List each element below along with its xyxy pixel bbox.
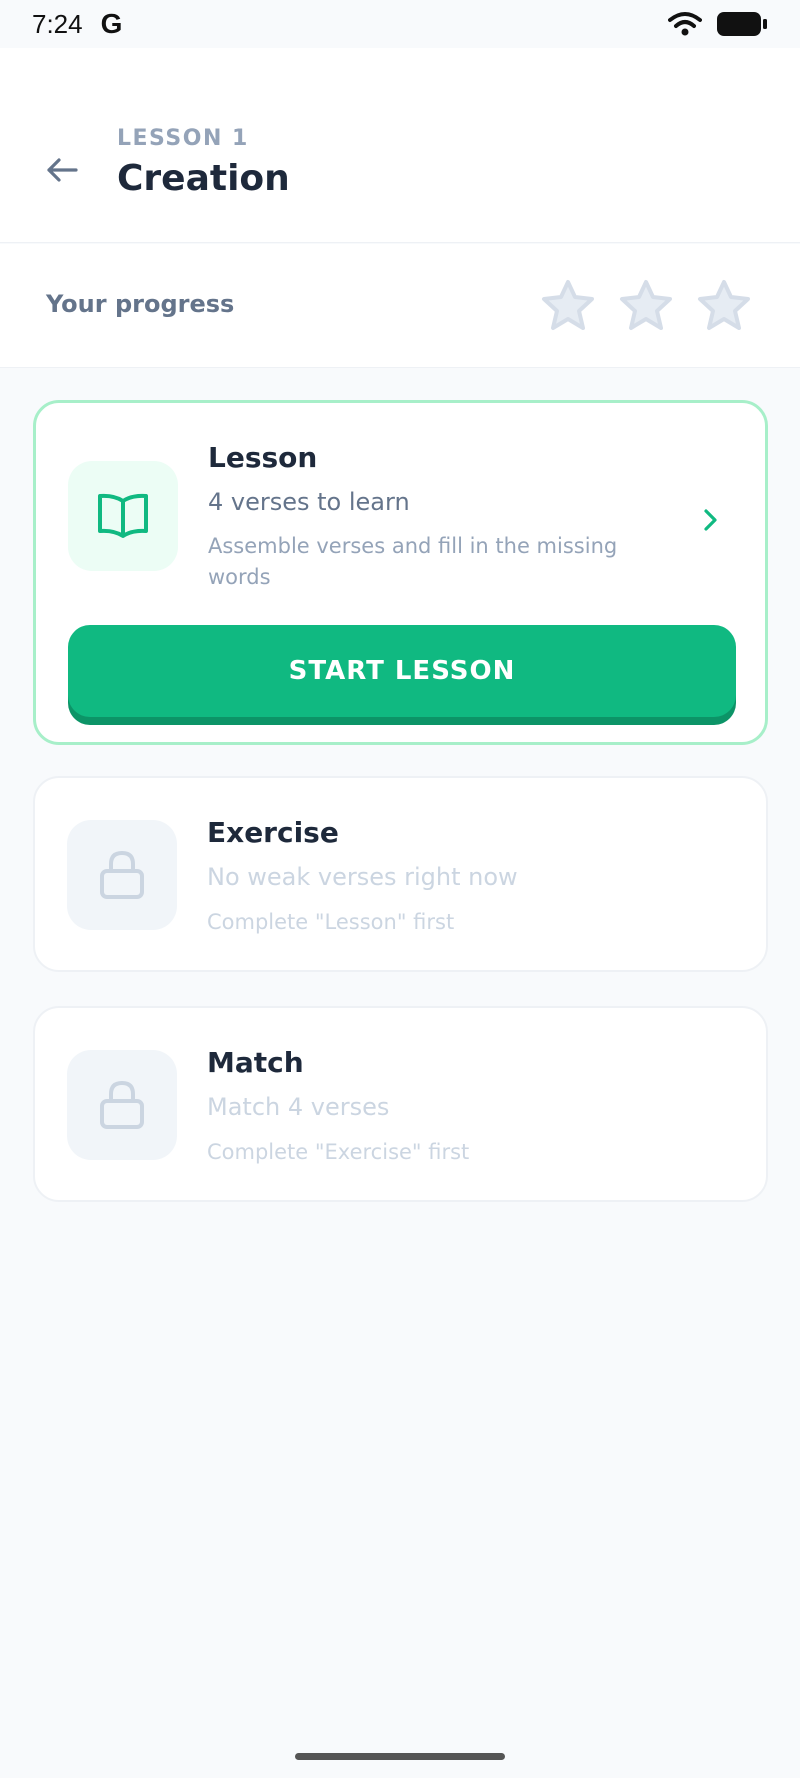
progress-stars xyxy=(538,276,754,336)
back-button[interactable] xyxy=(40,148,84,192)
book-open-icon xyxy=(98,493,148,538)
exercise-title: Exercise xyxy=(207,816,339,849)
chevron-right-icon[interactable] xyxy=(695,505,725,535)
lesson-icon-tile xyxy=(68,461,178,571)
page-title: Creation xyxy=(117,158,290,199)
wifi-icon xyxy=(668,12,702,36)
status-bar: 7:24 G xyxy=(0,0,800,48)
start-lesson-button[interactable]: START LESSON xyxy=(68,625,736,717)
star-icon xyxy=(542,280,594,330)
progress-label: Your progress xyxy=(46,290,235,318)
match-subtitle: Match 4 verses xyxy=(207,1093,390,1121)
header: LESSON 1 Creation xyxy=(0,48,800,243)
exercise-subtitle: No weak verses right now xyxy=(207,863,518,891)
lesson-subtitle: 4 verses to learn xyxy=(208,488,410,516)
status-time: 7:24 xyxy=(32,8,83,39)
status-icons xyxy=(668,11,768,37)
progress-row: Your progress xyxy=(0,244,800,368)
match-icon-tile xyxy=(67,1050,177,1160)
exercise-description: Complete "Lesson" first xyxy=(207,910,455,934)
lesson-title: Lesson xyxy=(208,441,318,474)
exercise-icon-tile xyxy=(67,820,177,930)
lesson-card[interactable]: Lesson 4 verses to learn Assemble verses… xyxy=(33,400,768,745)
lesson-number: LESSON 1 xyxy=(117,126,249,151)
google-icon: G xyxy=(100,8,123,39)
lock-icon xyxy=(100,850,144,899)
star-icon xyxy=(620,280,672,330)
match-card: Match Match 4 verses Complete "Exercise"… xyxy=(33,1006,768,1202)
star-icon xyxy=(698,280,750,330)
battery-icon xyxy=(717,12,767,36)
home-indicator[interactable] xyxy=(295,1753,505,1760)
lock-icon xyxy=(100,1080,144,1129)
exercise-card: Exercise No weak verses right now Comple… xyxy=(33,776,768,972)
match-title: Match xyxy=(207,1046,304,1079)
arrow-left-icon xyxy=(47,158,78,182)
lesson-description: Assemble verses and fill in the missing … xyxy=(208,534,618,589)
match-description: Complete "Exercise" first xyxy=(207,1140,470,1164)
